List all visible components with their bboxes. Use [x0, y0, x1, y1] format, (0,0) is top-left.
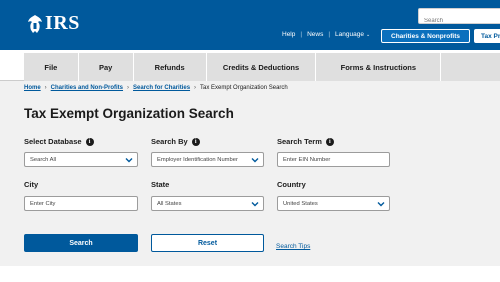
state-dropdown[interactable]: All States [151, 196, 264, 211]
chevron-right-icon: › [44, 85, 47, 91]
breadcrumb: Home › Charities and Non-Profits › Searc… [24, 85, 288, 91]
select-database-value: Search All [30, 156, 57, 163]
logo-text: IRS [45, 12, 80, 34]
chevron-down-icon [251, 202, 259, 207]
search-by-dropdown[interactable]: Employer Identification Number [151, 152, 264, 167]
state-label: State [151, 180, 170, 189]
chevron-right-icon: › [194, 85, 197, 91]
search-term-label: Search Term i [277, 137, 334, 146]
state-value: All States [157, 200, 182, 207]
site-search-input[interactable] [419, 14, 500, 28]
divider: | [328, 31, 331, 38]
search-by-label-text: Search By [151, 137, 188, 146]
language-menu[interactable]: Language ⌄ [335, 31, 370, 38]
help-link[interactable]: Help [282, 31, 295, 38]
eagle-logo-icon [28, 14, 42, 33]
select-database-label: Select Database i [24, 137, 94, 146]
divider: | [300, 31, 303, 38]
nav-credits-deductions[interactable]: Credits & Deductions [206, 53, 317, 81]
irs-logo[interactable]: IRS [27, 12, 80, 35]
breadcrumb-home[interactable]: Home [24, 85, 41, 91]
select-database-label-text: Select Database [24, 137, 82, 146]
nav-forms-instructions[interactable]: Forms & Instructions [316, 53, 442, 81]
info-icon[interactable]: i [191, 137, 200, 146]
search-button[interactable]: Search [24, 234, 138, 252]
chevron-down-icon [251, 158, 259, 163]
nav-pay[interactable]: Pay [78, 53, 134, 81]
page-title: Tax Exempt Organization Search [24, 106, 234, 121]
utility-nav: Help | News | Language ⌄ [282, 31, 370, 38]
city-label: City [24, 180, 39, 189]
search-by-value: Employer Identification Number [157, 156, 238, 163]
site-search[interactable] [418, 8, 500, 28]
search-by-label: Search By i [151, 137, 200, 146]
chevron-down-icon [377, 202, 385, 207]
charities-nonprofits-button[interactable]: Charities & Nonprofits [381, 29, 470, 43]
reset-button[interactable]: Reset [151, 234, 264, 252]
breadcrumb-search-charities[interactable]: Search for Charities [133, 85, 190, 91]
search-term-placeholder: Enter EIN Number [283, 156, 331, 163]
site-header: IRS Help | News | Language⌄ Charities & … [0, 0, 500, 50]
breadcrumb-current: Tax Exempt Organization Search [200, 85, 288, 91]
nav-refunds[interactable]: Refunds [133, 53, 207, 81]
nav-more[interactable] [441, 53, 500, 81]
nav-file[interactable]: File [24, 53, 79, 81]
country-label: Country [277, 180, 306, 189]
news-link[interactable]: News [307, 31, 323, 38]
main-nav: File Pay Refunds Credits & Deductions Fo… [0, 50, 500, 81]
info-icon[interactable]: i [325, 137, 334, 146]
search-term-input[interactable]: Enter EIN Number [277, 152, 390, 167]
city-placeholder: Enter City [30, 200, 56, 207]
chevron-right-icon: › [127, 85, 130, 91]
chevron-down-icon [125, 158, 133, 163]
country-value: United States [283, 200, 318, 207]
city-input[interactable]: Enter City [24, 196, 138, 211]
search-term-label-text: Search Term [277, 137, 322, 146]
language-label: Language [335, 31, 364, 38]
page-footer-strip [0, 266, 500, 282]
breadcrumb-charities[interactable]: Charities and Non-Profits [51, 85, 123, 91]
country-dropdown[interactable]: United States [277, 196, 390, 211]
select-database-dropdown[interactable]: Search All [24, 152, 138, 167]
search-tips-link[interactable]: Search Tips [276, 243, 310, 250]
chevron-down-icon: ⌄ [365, 32, 371, 38]
tax-pro-button[interactable]: Tax Pro [474, 29, 500, 43]
info-icon[interactable]: i [85, 137, 94, 146]
